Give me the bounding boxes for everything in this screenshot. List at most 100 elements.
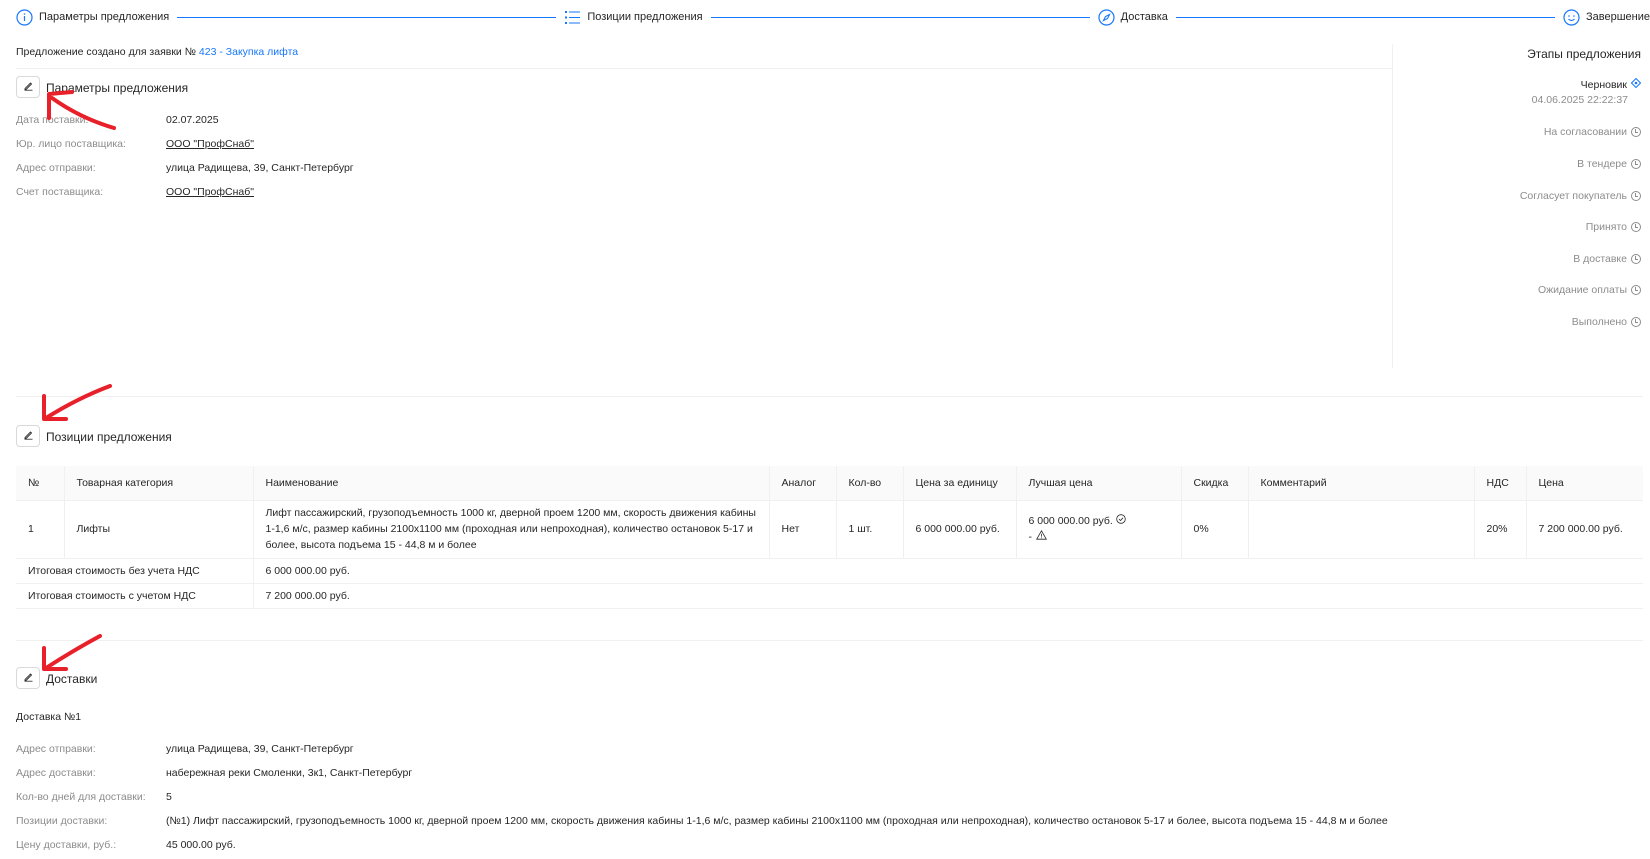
delivery-date-label: Дата поставки:	[16, 114, 89, 126]
supplier-account-label: Счет поставщика:	[16, 186, 104, 198]
col-vat: НДС	[1474, 466, 1527, 501]
divider	[16, 640, 1643, 641]
step-label: Доставка	[1120, 11, 1168, 23]
edit-params-button[interactable]	[16, 76, 40, 98]
clock-icon	[1631, 317, 1641, 327]
delivery-cost-label: Цену доставки, руб.:	[16, 839, 117, 851]
supplier-account-link[interactable]: ООО "ПрофСнаб"	[166, 186, 254, 198]
ship-from-value: улица Радищева, 39, Санкт-Петербург	[166, 162, 354, 174]
cell-qty: 1 шт.	[836, 500, 904, 559]
delivery-date-value: 02.07.2025	[166, 114, 219, 126]
table-header-row: № Товарная категория Наименование Аналог…	[16, 466, 1643, 501]
stage-approval: На согласовании	[1544, 126, 1641, 138]
positions-title: Позиции предложения	[46, 430, 172, 444]
stage-label: В тендере	[1577, 158, 1627, 170]
col-qty: Кол-во	[836, 466, 904, 501]
col-unit-price: Цена за единицу	[903, 466, 1017, 501]
delivery-cost-value: 45 000.00 руб.	[166, 839, 236, 851]
stage-label: Ожидание оплаты	[1537, 284, 1627, 296]
edit-icon	[23, 671, 34, 685]
warning-icon	[1036, 529, 1047, 545]
total-label: Итоговая стоимость без учета НДС	[16, 558, 254, 584]
delivery-title: Доставки	[46, 672, 98, 686]
clock-icon	[1631, 222, 1641, 232]
ship-from-label: Адрес отправки:	[16, 162, 96, 174]
stage-buyer-approval: Согласует покупатель	[1520, 190, 1641, 202]
table-row: 1 Лифты Лифт пассажирский, грузоподъемно…	[16, 500, 1643, 559]
stage-label: Черновик	[1580, 78, 1627, 91]
stage-draft-time: 04.06.2025 22:22:37	[1531, 94, 1628, 106]
step-delivery[interactable]: Доставка	[1098, 8, 1168, 26]
clock-icon	[1631, 159, 1641, 169]
stage-tender: В тендере	[1577, 158, 1641, 170]
step-connector	[177, 16, 557, 18]
cell-price: 7 200 000.00 руб.	[1526, 500, 1643, 559]
annotation-arrow	[42, 634, 102, 671]
stage-label: На согласовании	[1543, 126, 1627, 138]
list-icon	[564, 9, 581, 26]
col-num: №	[16, 466, 65, 501]
supplier-entity-label: Юр. лицо поставщика:	[16, 138, 126, 150]
delivery-days-label: Кол-во дней для доставки:	[16, 791, 146, 803]
cell-num: 1	[16, 500, 65, 559]
delivery-items-value: (№1) Лифт пассажирский, грузоподъемность…	[166, 815, 1388, 827]
stage-label: Согласует покупатель	[1519, 190, 1627, 202]
col-price: Цена	[1526, 466, 1643, 501]
edit-positions-button[interactable]	[16, 425, 40, 447]
col-analog: Аналог	[769, 466, 837, 501]
clock-icon	[1631, 254, 1641, 264]
clock-icon	[1631, 191, 1641, 201]
check-circle-icon	[1116, 513, 1126, 529]
edit-icon	[23, 429, 34, 443]
col-best-price: Лучшая цена	[1016, 466, 1182, 501]
best-price-value: 6 000 000.00 руб.	[1028, 515, 1113, 527]
step-connector	[1175, 16, 1555, 18]
cell-vat: 20%	[1474, 500, 1527, 559]
created-for-request: Предложение создано для заявки № 423 - З…	[16, 46, 298, 58]
stages-title: Этапы предложения	[1527, 47, 1641, 61]
cell-category: Лифты	[64, 500, 254, 559]
divider	[16, 68, 1392, 69]
stage-in-delivery: В доставке	[1573, 253, 1641, 265]
clock-icon	[1631, 285, 1641, 295]
created-prefix: Предложение создано для заявки №	[16, 46, 196, 58]
edit-delivery-button[interactable]	[16, 667, 40, 689]
step-finish[interactable]: Завершение	[1563, 8, 1650, 26]
annotation-arrow	[42, 384, 112, 421]
delivery-to-value: набережная реки Смоленки, 3к1, Санкт-Пет…	[166, 767, 413, 779]
stage-label: В доставке	[1573, 253, 1627, 265]
step-params[interactable]: Параметры предложения	[16, 8, 170, 26]
total-row: Итоговая стоимость без учета НДС 6 000 0…	[16, 558, 1643, 584]
col-name: Наименование	[253, 466, 770, 501]
stage-accepted: Принято	[1586, 221, 1641, 233]
cell-unit-price: 6 000 000.00 руб.	[903, 500, 1017, 559]
step-label: Позиции предложения	[587, 11, 703, 23]
divider	[16, 396, 1643, 397]
stage-done: Выполнено	[1572, 316, 1641, 328]
stage-awaiting-payment: Ожидание оплаты	[1538, 284, 1641, 296]
compass-icon	[1098, 8, 1115, 26]
stepper: Параметры предложения Позиции предложени…	[16, 6, 1650, 28]
delivery-from-label: Адрес отправки:	[16, 743, 96, 755]
stage-label: Выполнено	[1571, 316, 1627, 328]
delivery-items-label: Позиции доставки:	[16, 815, 108, 827]
col-category: Товарная категория	[64, 466, 254, 501]
supplier-entity-link[interactable]: ООО "ПрофСнаб"	[166, 138, 254, 150]
cell-best-price: 6 000 000.00 руб. -	[1016, 500, 1182, 559]
request-link[interactable]: 423 - Закупка лифта	[199, 46, 298, 58]
total-value: 6 000 000.00 руб.	[253, 558, 1643, 584]
delivery-from-value: улица Радищева, 39, Санкт-Петербург	[166, 743, 354, 755]
cell-discount: 0%	[1181, 500, 1249, 559]
step-positions[interactable]: Позиции предложения	[564, 9, 703, 26]
smile-icon	[1563, 8, 1580, 26]
stage-draft: Черновик	[1580, 77, 1642, 91]
best-price-note: -	[1028, 531, 1033, 543]
stage-label: Принято	[1585, 221, 1627, 233]
delivery-subtitle: Доставка №1	[16, 711, 82, 723]
step-label: Параметры предложения	[39, 11, 170, 23]
cell-analog: Нет	[769, 500, 837, 559]
delivery-to-label: Адрес доставки:	[16, 767, 96, 779]
info-circle-icon	[16, 8, 33, 26]
edit-icon	[23, 80, 34, 94]
diamond-icon	[1630, 77, 1642, 91]
